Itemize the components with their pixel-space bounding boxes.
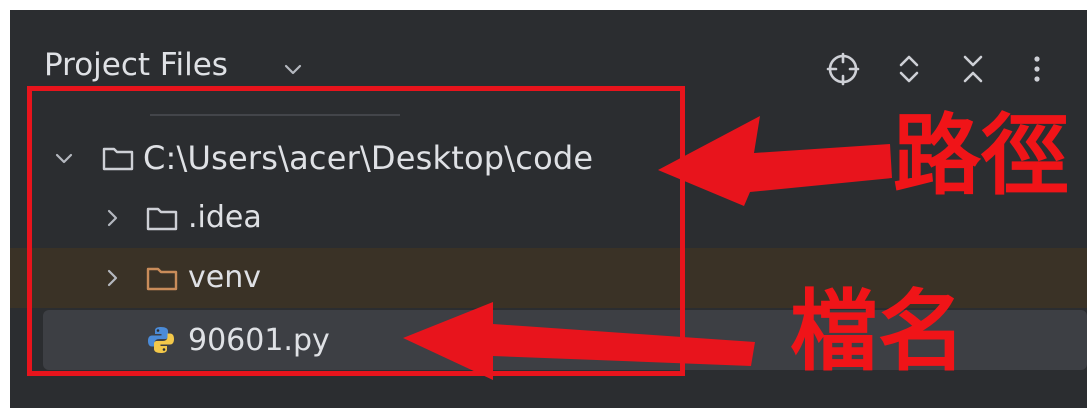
path-arrow-icon — [658, 116, 892, 206]
filename-annotation: 檔名 — [790, 280, 967, 383]
collapse-all-icon[interactable] — [954, 50, 992, 88]
path-annotation: 路徑 — [893, 104, 1070, 207]
expand-all-icon[interactable] — [890, 50, 928, 88]
chevron-down-icon[interactable] — [280, 56, 306, 82]
panel-title[interactable]: Project Files — [44, 47, 228, 83]
locate-icon[interactable] — [824, 50, 862, 88]
more-options-icon[interactable] — [1018, 50, 1056, 88]
filename-arrow-icon — [403, 302, 755, 380]
